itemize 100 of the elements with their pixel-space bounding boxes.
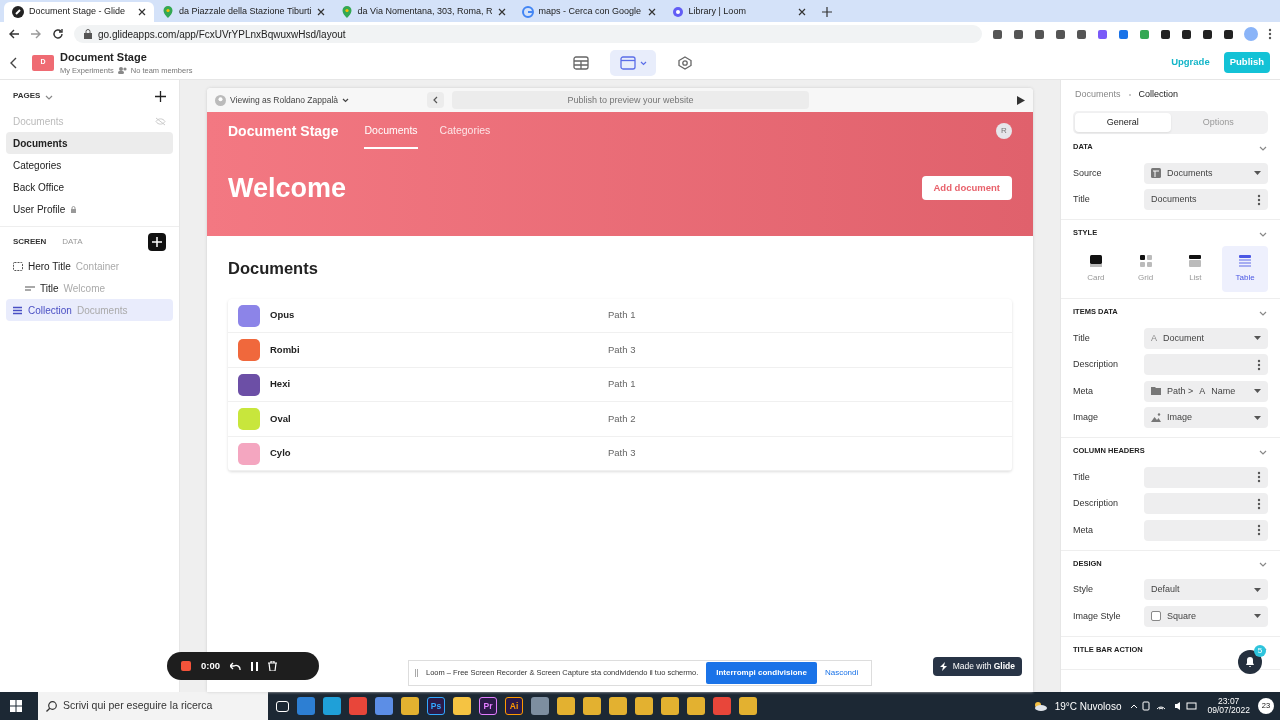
play-icon[interactable] <box>1017 95 1025 105</box>
stop-sharing-button[interactable]: Interrompi condivisione <box>706 662 817 684</box>
chevron-down-icon[interactable] <box>342 97 350 103</box>
browser-tab[interactable]: Library | Loom <box>663 2 814 22</box>
list-row[interactable]: Hexi Path 1 <box>228 367 1012 403</box>
lock-icon <box>71 205 77 213</box>
panel-tab[interactable]: SCREEN <box>13 236 47 248</box>
layout-option[interactable]: Table <box>1222 246 1268 292</box>
more-icon[interactable] <box>1257 471 1261 484</box>
menu-icon[interactable] <box>1268 28 1272 40</box>
item-title: Hexi <box>270 377 292 392</box>
pause-icon[interactable] <box>251 661 258 671</box>
component-name: Collection <box>28 303 72 318</box>
extension-icon[interactable] <box>1160 28 1171 40</box>
select-field[interactable]: Default <box>1144 579 1268 601</box>
page-item[interactable]: Documents <box>6 132 173 154</box>
viewing-as-label[interactable]: Viewing as Roldano Zappalà <box>230 93 339 107</box>
select-field[interactable]: Image <box>1144 407 1268 429</box>
page-item[interactable]: Back Office <box>6 176 173 198</box>
taskbar-app-icon[interactable]: Ps <box>427 697 445 715</box>
forward-icon[interactable] <box>30 28 42 40</box>
extension-icon[interactable] <box>1055 28 1066 40</box>
extension-icon[interactable] <box>1076 28 1087 40</box>
value-field[interactable] <box>1144 493 1268 515</box>
hide-link[interactable]: Nascondi <box>824 667 859 679</box>
new-tab-icon[interactable] <box>821 7 832 17</box>
select-field[interactable]: Path > A Name <box>1144 380 1268 402</box>
extension-icon[interactable] <box>1223 28 1234 40</box>
browser-tab[interactable]: da Piazzale della Stazione Tiburti <box>154 2 333 22</box>
list-row[interactable]: Opus Path 1 <box>228 298 1012 334</box>
stop-icon[interactable] <box>181 661 191 671</box>
component-item[interactable]: Title Welcome <box>6 277 173 299</box>
extension-icon[interactable] <box>1013 28 1024 40</box>
undo-icon[interactable] <box>230 661 241 671</box>
value-field[interactable] <box>1144 354 1268 376</box>
windows-start-icon[interactable] <box>10 700 22 712</box>
add-icon[interactable] <box>155 90 166 102</box>
more-icon[interactable] <box>1257 497 1261 510</box>
extension-icon[interactable] <box>992 28 1003 40</box>
field-label: Image <box>1073 411 1099 424</box>
component-item[interactable]: Collection Documents <box>6 299 173 321</box>
close-icon[interactable] <box>497 8 506 16</box>
list-row[interactable]: Rombi Path 3 <box>228 333 1012 368</box>
back-button[interactable] <box>427 92 445 108</box>
grid-layout-icon <box>1139 254 1152 267</box>
list-row[interactable]: Oval Path 2 <box>228 402 1012 437</box>
notification-button[interactable] <box>1238 650 1262 674</box>
back-icon[interactable] <box>8 28 20 40</box>
weather-icon[interactable] <box>1032 701 1047 711</box>
view-tab[interactable] <box>610 50 656 76</box>
taskbar-app-icon[interactable] <box>276 700 289 712</box>
loom-icon <box>671 6 684 18</box>
weather-text[interactable]: 19°C Nuvoloso <box>1054 698 1122 714</box>
field-label: Title <box>1073 193 1091 206</box>
address-bar[interactable]: go.glideapps.com/app/FcxUVrYPLnxBqwuxwHsd/layout <box>74 25 982 43</box>
back-icon[interactable] <box>10 56 18 69</box>
item-title: Oval <box>270 411 292 426</box>
more-icon[interactable] <box>1257 524 1261 537</box>
close-icon[interactable] <box>138 8 146 16</box>
delete-icon[interactable] <box>268 661 277 671</box>
made-with-badge[interactable]: Made with Glide <box>932 657 1022 676</box>
table-icon <box>1151 168 1161 179</box>
value-field[interactable] <box>1144 519 1268 541</box>
extension-icon[interactable] <box>1202 28 1213 40</box>
page-item[interactable]: User Profile <box>6 198 173 220</box>
breadcrumb-item[interactable]: Documents <box>1075 88 1121 102</box>
clock-time: 23:07 <box>1217 696 1241 706</box>
browser-tab[interactable]: Document Stage - Glide <box>4 2 154 22</box>
url-text: go.glideapps.com/app/FcxUVrYPLnxBqwuxwHsd/layout <box>98 27 346 42</box>
page-item[interactable]: Categories <box>6 154 173 176</box>
user-avatar[interactable]: R <box>996 123 1012 139</box>
add-component-button[interactable] <box>148 233 166 251</box>
drag-handle-icon[interactable] <box>415 669 418 677</box>
taskbar-app-icon[interactable]: Ai <box>505 697 523 715</box>
value-field[interactable] <box>1144 466 1268 488</box>
select-field[interactable]: Square <box>1144 605 1268 627</box>
select-field[interactable]: Documents <box>1144 162 1268 184</box>
component-detail: Welcome <box>63 281 106 296</box>
component-item[interactable]: Hero Title Container <box>6 255 173 277</box>
value-field[interactable]: Documents <box>1144 189 1268 211</box>
browser-tab[interactable]: da Via Nomentana, 303, Roma, R <box>332 2 514 22</box>
close-icon[interactable] <box>647 8 656 16</box>
caret-icon <box>1254 336 1261 341</box>
close-icon[interactable] <box>316 8 325 16</box>
reload-icon[interactable] <box>52 28 64 40</box>
extension-icon[interactable] <box>1034 28 1045 40</box>
extension-icon[interactable] <box>1181 28 1192 40</box>
taskbar-search[interactable]: Scrivi qui per eseguire la ricerca <box>38 692 268 720</box>
select-field[interactable]: A Document <box>1144 327 1268 349</box>
field-value: Default <box>1151 583 1180 596</box>
more-icon[interactable] <box>1257 193 1261 206</box>
taskbar-app-icon[interactable]: Pr <box>479 697 497 715</box>
more-icon[interactable] <box>1257 358 1261 371</box>
field-value: A <box>1151 331 1157 345</box>
list-row[interactable]: Cylo Path 3 <box>228 436 1012 472</box>
window-icon <box>619 56 636 70</box>
close-icon[interactable] <box>797 8 806 16</box>
browser-tab[interactable]: maps - Cerca con Google <box>513 2 664 22</box>
container-icon <box>13 261 23 271</box>
inspector-tab[interactable]: General <box>1075 112 1171 132</box>
